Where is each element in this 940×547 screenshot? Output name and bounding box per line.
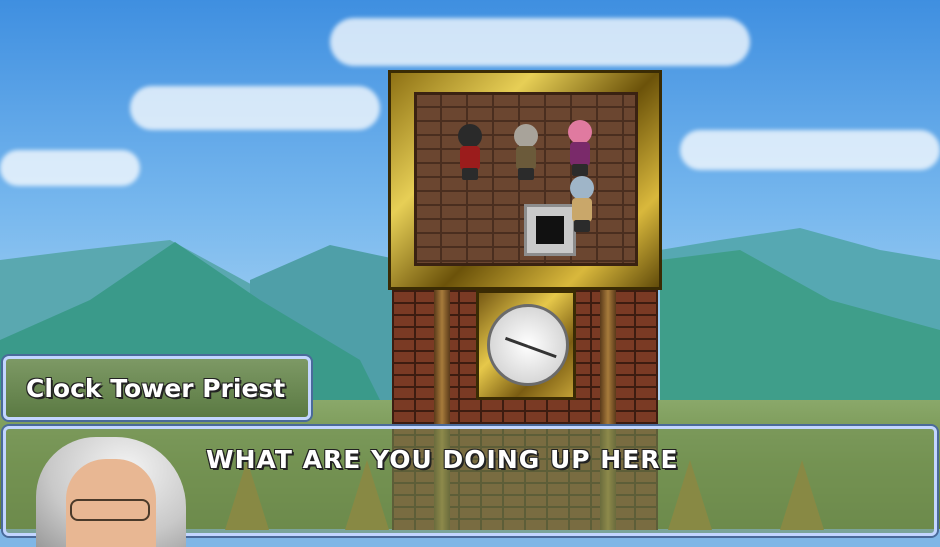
speaker-name: Clock Tower Priest — [26, 374, 286, 403]
message-box[interactable]: WHAT ARE YOU DOING UP HERE — [3, 426, 937, 547]
sprite-winged-creature[interactable] — [562, 174, 602, 232]
glasses-icon — [70, 499, 150, 521]
speaker-name-box: Clock Tower Priest — [3, 356, 311, 420]
sprite-gray-haired-priest[interactable] — [506, 122, 546, 180]
clock-hour-hand — [504, 336, 529, 348]
priest-portrait — [36, 437, 186, 547]
clock-minute-hand — [527, 345, 557, 359]
sprite-pink-haired-girl[interactable] — [560, 118, 600, 176]
dialogue-text: WHAT ARE YOU DOING UP HERE — [206, 445, 679, 474]
clock-frame — [476, 290, 576, 400]
sprite-dark-haired-hero[interactable] — [450, 122, 490, 180]
tower-roof-frame — [388, 70, 662, 290]
clock-face-icon — [487, 304, 569, 386]
tower-roof-floor[interactable] — [414, 92, 638, 266]
